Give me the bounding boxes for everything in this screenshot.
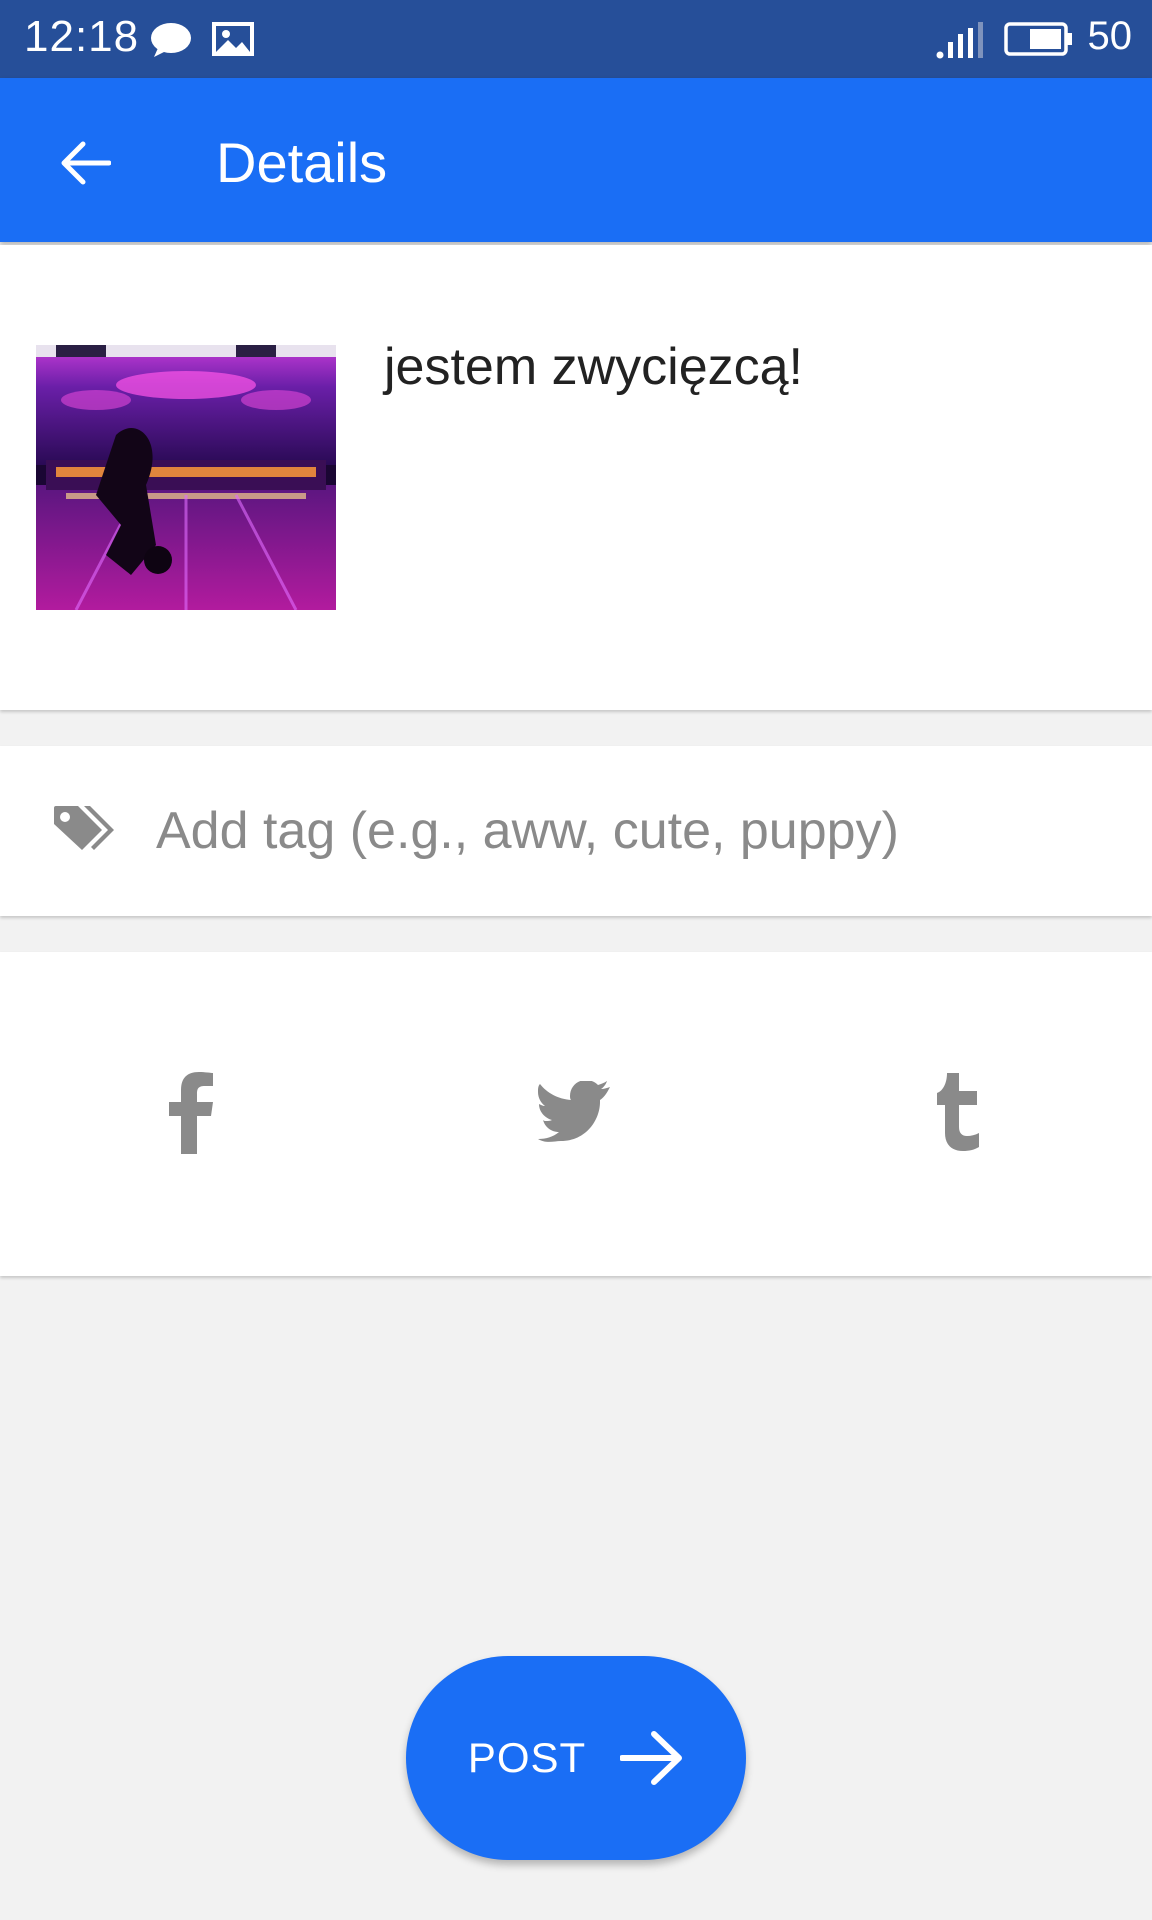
twitter-share-button[interactable]: [520, 1057, 630, 1167]
tag-input[interactable]: [156, 796, 1116, 866]
twitter-icon: [538, 1081, 610, 1142]
image-icon: [212, 22, 254, 61]
back-button[interactable]: [50, 128, 120, 198]
post-thumbnail[interactable]: [36, 345, 336, 610]
bowling-photo: [36, 345, 336, 610]
facebook-share-button[interactable]: [137, 1057, 247, 1167]
tumblr-share-button[interactable]: [907, 1057, 1017, 1167]
facebook-icon: [169, 1072, 213, 1154]
post-card: jestem zwycięzcą!: [0, 245, 1152, 710]
page-title: Details: [216, 131, 388, 194]
tumblr-icon: [937, 1073, 979, 1151]
arrow-right-icon: [620, 1731, 683, 1785]
signal-icon: [936, 20, 988, 65]
tag-card: [0, 746, 1152, 916]
share-card: [0, 952, 1152, 1276]
post-button[interactable]: POST: [406, 1656, 746, 1860]
chat-bubble-icon: [150, 22, 192, 63]
arrow-left-icon: [61, 141, 111, 185]
tag-icon: [52, 804, 116, 863]
battery-level: 50: [1087, 14, 1133, 58]
post-button-label: POST: [467, 1734, 587, 1781]
app-bar: Details: [0, 78, 1152, 242]
post-caption[interactable]: jestem zwycięzcą!: [384, 337, 803, 397]
status-bar: 12:18 50: [0, 0, 1152, 78]
battery-icon: [1004, 20, 1074, 63]
status-time: 12:18: [24, 12, 140, 61]
